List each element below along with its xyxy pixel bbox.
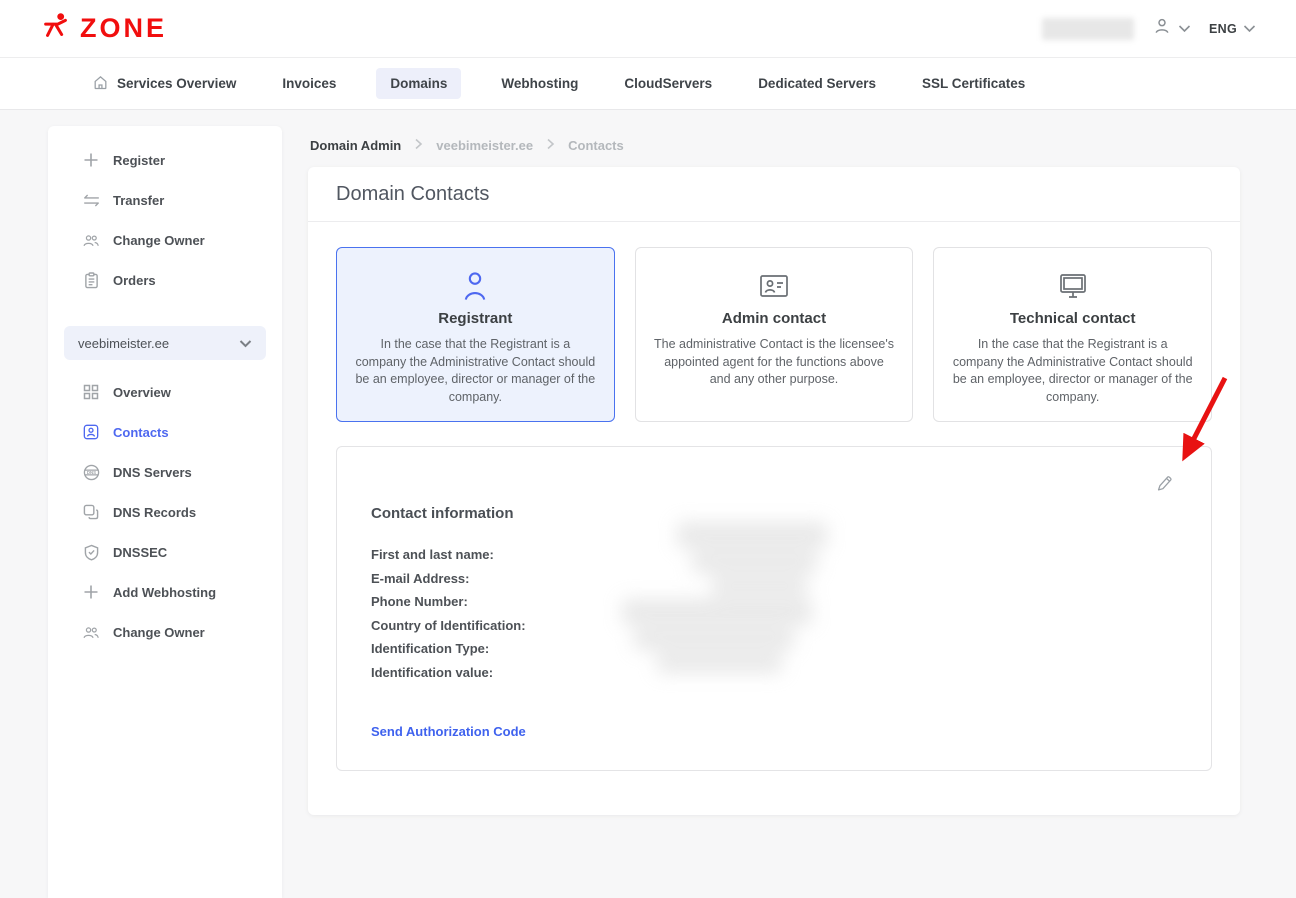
sidebar-item-label: DNSSEC <box>113 545 167 560</box>
contact-type-title: Admin contact <box>654 310 895 327</box>
contact-type-title: Technical contact <box>952 310 1193 327</box>
nav-ssl-certificates[interactable]: SSL Certificates <box>916 68 1031 99</box>
nav-label: Services Overview <box>117 76 236 91</box>
contact-type-row: Registrant In the case that the Registra… <box>336 247 1212 422</box>
chevron-right-icon <box>414 138 423 153</box>
nav-dedicated-servers[interactable]: Dedicated Servers <box>752 68 882 99</box>
sidebar-item-label: DNS Servers <box>113 465 192 480</box>
chevron-right-icon <box>546 138 555 153</box>
account-menu[interactable] <box>1152 16 1191 41</box>
chevron-down-icon <box>239 336 252 351</box>
username-redacted <box>1042 18 1134 40</box>
nav-label: CloudServers <box>624 76 712 91</box>
running-man-icon <box>40 11 72 46</box>
nav-label: Domains <box>390 76 447 91</box>
contact-info-title: Contact information <box>371 505 1177 522</box>
send-authorization-code-link[interactable]: Send Authorization Code <box>371 724 526 739</box>
zone-logo[interactable]: ZONE <box>40 11 167 46</box>
contact-type-description: In the case that the Registrant is a com… <box>355 336 596 406</box>
people-icon <box>82 625 100 640</box>
contact-card-icon <box>82 424 100 440</box>
nav-cloudservers[interactable]: CloudServers <box>618 68 718 99</box>
person-icon <box>355 268 596 304</box>
transfer-icon <box>82 193 100 208</box>
monitor-icon <box>952 268 1193 304</box>
id-card-icon <box>654 268 895 304</box>
contact-type-admin[interactable]: Admin contact The administrative Contact… <box>635 247 914 422</box>
sidebar-item-label: Transfer <box>113 193 164 208</box>
nav-webhosting[interactable]: Webhosting <box>495 68 584 99</box>
grid-icon <box>82 384 100 400</box>
chevron-down-icon <box>1243 20 1256 38</box>
breadcrumb-contacts[interactable]: Contacts <box>568 138 624 153</box>
nav-domains[interactable]: Domains <box>376 68 461 99</box>
nav-invoices[interactable]: Invoices <box>276 68 342 99</box>
sidebar-item-label: Change Owner <box>113 625 205 640</box>
domain-selector[interactable]: veebimeister.ee <box>64 326 266 360</box>
primary-nav: Services Overview Invoices Domains Webho… <box>0 58 1296 110</box>
main-content: Domain Admin veebimeister.ee Contacts Do… <box>308 126 1240 815</box>
sidebar-item-transfer[interactable]: Transfer <box>48 180 282 220</box>
logo-wordmark: ZONE <box>80 13 167 44</box>
sidebar-item-overview[interactable]: Overview <box>48 372 282 412</box>
people-icon <box>82 233 100 248</box>
sidebar-item-change-owner[interactable]: Change Owner <box>48 220 282 260</box>
domain-selector-value: veebimeister.ee <box>78 336 169 351</box>
nav-label: Invoices <box>282 76 336 91</box>
sidebar-item-change-owner-domain[interactable]: Change Owner <box>48 612 282 652</box>
sidebar-item-label: Overview <box>113 385 171 400</box>
sidebar-item-register[interactable]: Register <box>48 140 282 180</box>
sidebar-item-add-webhosting[interactable]: Add Webhosting <box>48 572 282 612</box>
user-icon <box>1152 16 1172 41</box>
domain-sidebar: Register Transfer Change Owner Orders v <box>48 126 282 898</box>
domain-contacts-card: Domain Contacts Registrant In the case t… <box>308 167 1240 815</box>
sidebar-item-dns-servers[interactable]: DNS DNS Servers <box>48 452 282 492</box>
shield-check-icon <box>82 544 100 561</box>
nav-label: Dedicated Servers <box>758 76 876 91</box>
sidebar-item-label: DNS Records <box>113 505 196 520</box>
plus-icon <box>82 584 100 600</box>
home-icon <box>92 74 109 94</box>
sidebar-item-label: Add Webhosting <box>113 585 216 600</box>
breadcrumb-domain[interactable]: veebimeister.ee <box>436 138 533 153</box>
edit-pencil-icon[interactable] <box>1156 475 1173 497</box>
sidebar-item-label: Contacts <box>113 425 169 440</box>
language-selector[interactable]: ENG <box>1209 20 1256 38</box>
sidebar-item-orders[interactable]: Orders <box>48 260 282 300</box>
contact-type-title: Registrant <box>355 310 596 327</box>
contact-type-description: The administrative Contact is the licens… <box>654 336 895 389</box>
breadcrumb-domain-admin[interactable]: Domain Admin <box>310 138 401 153</box>
language-label: ENG <box>1209 22 1237 36</box>
sidebar-item-dns-records[interactable]: DNS Records <box>48 492 282 532</box>
contact-type-technical[interactable]: Technical contact In the case that the R… <box>933 247 1212 422</box>
contact-values-redacted <box>622 522 827 676</box>
chevron-down-icon <box>1178 20 1191 38</box>
sidebar-item-contacts[interactable]: Contacts <box>48 412 282 452</box>
plus-icon <box>82 152 100 168</box>
contact-type-description: In the case that the Registrant is a com… <box>952 336 1193 406</box>
breadcrumb: Domain Admin veebimeister.ee Contacts <box>310 138 1240 153</box>
dns-globe-icon: DNS <box>82 464 100 481</box>
sidebar-item-label: Change Owner <box>113 233 205 248</box>
sidebar-item-label: Register <box>113 153 165 168</box>
app-header: ZONE ENG <box>0 0 1296 58</box>
contact-type-registrant[interactable]: Registrant In the case that the Registra… <box>336 247 615 422</box>
clipboard-icon <box>82 272 100 289</box>
nav-services-overview[interactable]: Services Overview <box>86 66 242 102</box>
nav-label: Webhosting <box>501 76 578 91</box>
nav-label: SSL Certificates <box>922 76 1025 91</box>
copy-icon <box>82 504 100 520</box>
sidebar-item-dnssec[interactable]: DNSSEC <box>48 532 282 572</box>
contact-information-panel: Contact information First and last name:… <box>336 446 1212 771</box>
page-title: Domain Contacts <box>308 167 1240 222</box>
sidebar-item-label: Orders <box>113 273 156 288</box>
svg-text:DNS: DNS <box>86 470 95 475</box>
